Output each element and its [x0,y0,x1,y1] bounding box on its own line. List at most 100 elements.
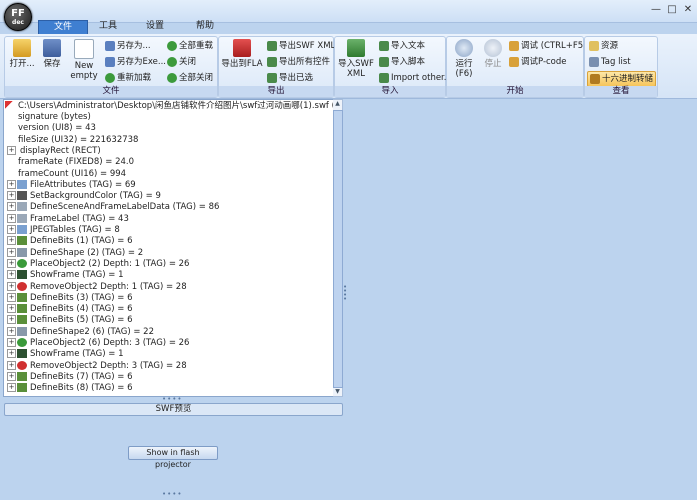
tree-root[interactable]: C:\Users\Administrator\Desktop\闲鱼店铺软件介绍图… [5,101,334,112]
ribbon-toolbar: 打开... 保存 New empty 另存为... 另存为Exe... 重新加载… [0,34,697,99]
reload-button[interactable]: 重新加载 [105,71,151,85]
expand-toggle-icon[interactable]: + [7,371,16,381]
tree-node[interactable]: + DefineShape (2) (TAG) = 2 [7,247,143,259]
expand-toggle-icon[interactable]: + [7,236,16,246]
tree-node[interactable]: + DefineBits (3) (TAG) = 6 [7,292,133,304]
expand-toggle-icon[interactable]: + [7,338,16,347]
save-as-label: 另存为... [117,41,151,51]
hex-dump-button[interactable]: 十六进制转储 [587,71,657,87]
show-flash-projector-button[interactable]: Show in flash projector [128,446,218,469]
expand-toggle-icon[interactable]: + [7,349,16,359]
tree-node[interactable]: + DefineShape2 (6) (TAG) = 22 [7,326,154,338]
expand-toggle-icon[interactable]: + [7,315,16,325]
tab-settings[interactable]: 设置 [140,20,170,33]
tree-node[interactable]: frameCount (UI16) = 994 [7,169,126,180]
tree-node[interactable]: + DefineSceneAndFrameLabelData (TAG) = 86 [7,202,219,213]
import-script-button[interactable]: 导入脚本 [379,55,425,69]
debug-pcode-button[interactable]: 调试P-code [509,55,567,69]
tree-node[interactable]: + RemoveObject2 Depth: 1 (TAG) = 28 [7,281,187,293]
start-group-label: 开始 [447,86,583,97]
open-button[interactable]: 打开... [9,39,35,69]
expand-toggle-icon[interactable]: + [7,179,16,189]
scroll-up-arrow[interactable]: ▲ [334,100,341,108]
tree-node[interactable]: + JPEGTables (TAG) = 8 [7,225,120,236]
expand-toggle-icon[interactable]: + [7,281,16,291]
tab-help[interactable]: 帮助 [190,20,220,33]
expand-toggle-icon[interactable]: + [7,270,16,280]
tree-node[interactable]: signature (bytes) [7,112,91,123]
bottom-splitter-grip[interactable]: •••• [162,490,183,498]
close-file-button[interactable]: 关闭 [167,55,196,69]
import-group-label: 导入 [335,86,445,97]
tree-scrollbar[interactable]: ▲ ▼ [333,99,343,397]
swf-tree[interactable]: C:\Users\Administrator\Desktop\闲鱼店铺软件介绍图… [3,99,335,397]
export-selected-button[interactable]: 导出已选 [267,71,313,85]
maximize-button[interactable]: □ [665,4,679,16]
tab-file[interactable]: 文件 [38,20,88,34]
export-selected-label: 导出已选 [279,73,314,83]
label-tag-icon [17,202,27,212]
horizontal-splitter-grip[interactable]: •••• [162,395,183,403]
new-empty-label-2: empty [70,71,98,81]
tree-node[interactable]: + DefineBits (5) (TAG) = 6 [7,315,133,326]
list-icon [589,56,599,67]
tree-node[interactable]: + displayRect (RECT) [7,145,101,157]
tree-node[interactable]: + PlaceObject2 (6) Depth: 3 (TAG) = 26 [7,338,189,349]
expand-toggle-icon[interactable]: + [7,145,16,155]
expand-toggle-icon[interactable]: + [7,247,16,257]
tree-node[interactable]: + RemoveObject2 Depth: 3 (TAG) = 28 [7,360,187,372]
expand-toggle-icon[interactable]: + [7,258,16,268]
save-as-button[interactable]: 另存为... [105,39,151,53]
tree-node[interactable]: + DefineBits (8) (TAG) = 6 [7,383,133,394]
resources-button[interactable]: 资源 [589,39,618,53]
import-text-button[interactable]: 导入文本 [379,39,425,53]
view-group-label: 查看 [585,86,657,97]
play-icon [455,39,473,57]
expand-toggle-icon[interactable]: + [7,383,16,393]
expand-toggle-icon[interactable]: + [7,202,16,212]
scroll-thumb[interactable] [333,110,343,388]
expand-toggle-icon[interactable]: + [7,292,16,302]
tree-node-label: DefineBits (8) (TAG) = 6 [30,383,133,394]
minimize-button[interactable]: — [649,4,663,16]
expand-toggle-icon[interactable]: + [7,304,16,314]
tree-node[interactable]: fileSize (UI32) = 221632738 [7,135,138,146]
stop-button[interactable]: 停止 [481,39,505,69]
tree-node[interactable]: version (UI8) = 43 [7,123,96,134]
run-button[interactable]: 运行 (F6) [449,39,479,79]
tree-node[interactable]: + PlaceObject2 (2) Depth: 1 (TAG) = 26 [7,258,189,270]
tree-node[interactable]: + ShowFrame (TAG) = 1 [7,349,123,360]
tree-node-label: DefineBits (7) (TAG) = 6 [30,371,133,382]
tree-node[interactable]: + ShowFrame (TAG) = 1 [7,270,123,281]
vertical-splitter-grip[interactable]: • • • • [343,284,347,303]
tree-node[interactable]: + FileAttributes (TAG) = 69 [7,179,136,191]
export-swf-xml-button[interactable]: 导出SWF XML [267,39,335,53]
tree-node[interactable]: + DefineBits (4) (TAG) = 6 [7,304,133,315]
tab-tools[interactable]: 工具 [93,20,123,33]
import-other-button[interactable]: Import other... [379,71,452,85]
expand-toggle-icon[interactable]: + [7,191,16,201]
tag-list-button[interactable]: Tag list [589,55,631,69]
tree-node[interactable]: + SetBackgroundColor (TAG) = 9 [7,191,161,202]
expand-toggle-icon[interactable]: + [7,360,16,370]
tree-node[interactable]: + FrameLabel (TAG) = 43 [7,213,129,225]
tree-node[interactable]: frameRate (FIXED8) = 24.0 [7,157,134,168]
reload-all-button[interactable]: 全部重载 [167,39,213,53]
export-all-button[interactable]: 导出所有控件 [267,55,330,69]
scroll-down-arrow[interactable]: ▼ [334,388,341,396]
save-as-exe-button[interactable]: 另存为Exe... [105,55,166,69]
import-swf-xml-button[interactable]: 导入SWF XML [337,39,375,79]
close-window-button[interactable]: ✕ [681,4,695,16]
fla-icon [233,39,251,57]
app-logo-icon[interactable]: FF dec [4,3,32,31]
tree-node[interactable]: + DefineBits (7) (TAG) = 6 [7,371,133,383]
expand-toggle-icon[interactable]: + [7,213,16,223]
debug-button[interactable]: 调试 (CTRL+F5) [509,39,587,53]
export-fla-button[interactable]: 导出到FLA [221,39,263,69]
expand-toggle-icon[interactable]: + [7,326,16,336]
expand-toggle-icon[interactable]: + [7,225,16,234]
new-empty-button[interactable]: New empty [69,39,99,81]
tree-node[interactable]: + DefineBits (1) (TAG) = 6 [7,236,133,247]
save-button[interactable]: 保存 [39,39,65,69]
close-all-button[interactable]: 全部关闭 [167,71,213,85]
